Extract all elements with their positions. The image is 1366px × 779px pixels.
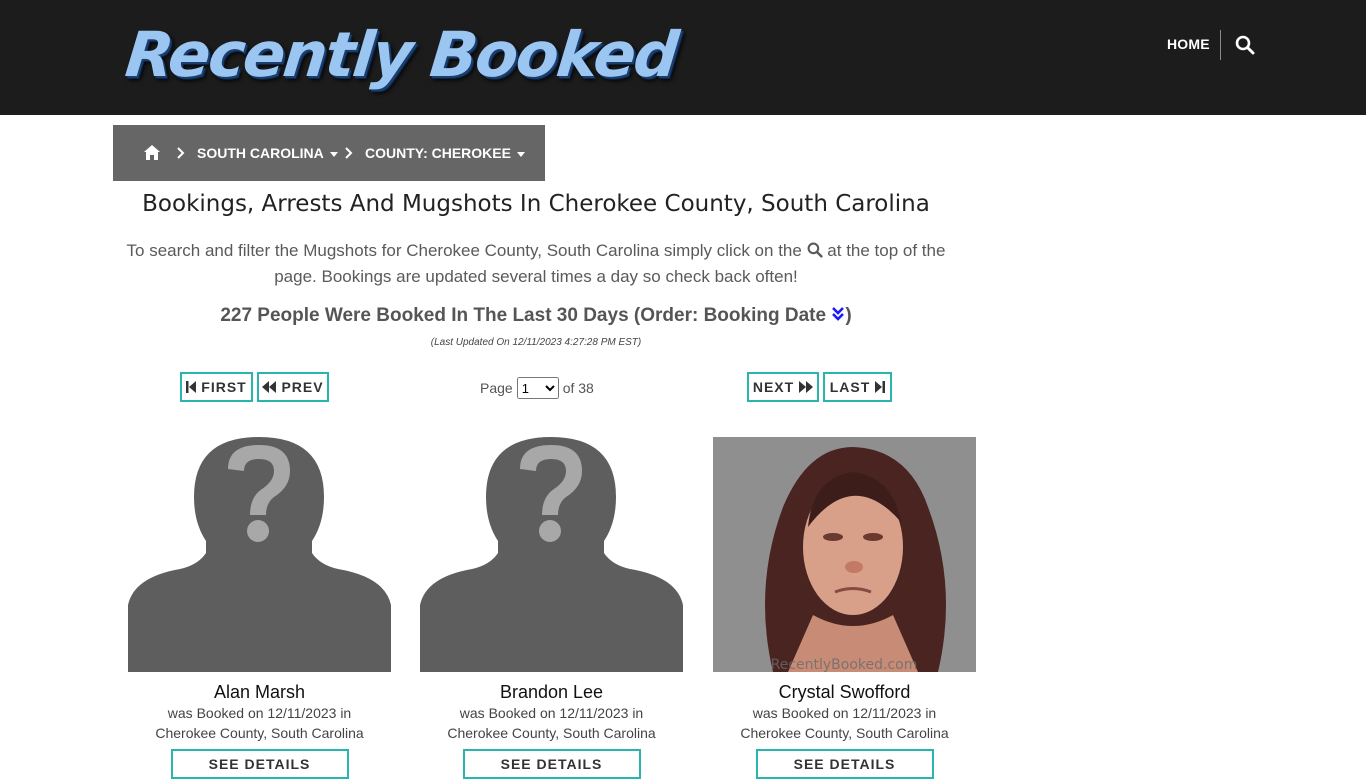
intro-text: To search and filter the Mugshots for Ch…: [125, 238, 947, 290]
first-page-label: FIRST: [201, 379, 247, 395]
booking-info-line1: was Booked on 12/11/2023 in: [752, 705, 937, 721]
see-details-button[interactable]: SEE DETAILS: [170, 749, 349, 779]
page-select[interactable]: 1: [516, 377, 559, 399]
prev-page-button[interactable]: PREV: [257, 372, 329, 402]
intro-text-before: To search and filter the Mugshots for Ch…: [126, 241, 802, 260]
person-name[interactable]: Alan Marsh: [128, 682, 391, 703]
booking-info-line1: was Booked on 12/11/2023 in: [459, 705, 644, 721]
search-icon[interactable]: [1235, 35, 1255, 55]
first-page-button[interactable]: FIRST: [180, 372, 253, 402]
breadcrumb-state-label: SOUTH CAROLINA: [197, 145, 324, 161]
search-icon: [807, 242, 823, 258]
booking-count-close: ): [845, 305, 852, 326]
photo-watermark: RecentlyBooked.com: [771, 657, 918, 672]
step-backward-icon: [186, 381, 197, 393]
placeholder-silhouette-image[interactable]: [128, 437, 391, 672]
nav-home-link[interactable]: HOME: [1167, 36, 1210, 52]
silhouette-icon: [420, 437, 683, 672]
home-icon[interactable]: [143, 144, 161, 161]
booking-info-line2: Cherokee County, South Carolina: [447, 725, 656, 741]
fast-backward-icon: [262, 381, 277, 393]
fast-forward-icon: [799, 381, 814, 393]
booking-count-text: 227 People Were Booked In The Last 30 Da…: [220, 305, 827, 326]
double-chevron-down-icon[interactable]: [831, 306, 845, 322]
person-name[interactable]: Brandon Lee: [420, 682, 683, 703]
booking-card: Alan Marsh was Booked on 12/11/2023 in C…: [128, 437, 391, 779]
chevron-right-icon: [345, 147, 353, 159]
mugshot-photo: RecentlyBooked.com: [713, 437, 976, 672]
breadcrumb: SOUTH CAROLINA COUNTY: CHEROKEE: [113, 125, 545, 181]
caret-down-icon: [516, 151, 525, 157]
see-details-button[interactable]: SEE DETAILS: [462, 749, 641, 779]
next-page-button[interactable]: NEXT: [747, 372, 819, 402]
caret-down-icon: [329, 151, 338, 157]
page-of-label: of 38: [562, 380, 594, 396]
breadcrumb-county-dropdown[interactable]: COUNTY: CHEROKEE: [365, 145, 525, 161]
mugshot-image[interactable]: RecentlyBooked.com: [713, 437, 976, 672]
booking-info-line2: Cherokee County, South Carolina: [740, 725, 949, 741]
booking-count-heading: 227 People Were Booked In The Last 30 Da…: [113, 305, 959, 327]
chevron-right-icon: [177, 147, 185, 159]
person-name[interactable]: Crystal Swofford: [713, 682, 976, 703]
nav-divider: [1220, 30, 1221, 60]
page-selector: Page 1 of 38: [480, 377, 594, 399]
see-details-button[interactable]: SEE DETAILS: [755, 749, 934, 779]
breadcrumb-state-dropdown[interactable]: SOUTH CAROLINA: [197, 145, 338, 161]
last-page-button[interactable]: LAST: [823, 372, 892, 402]
page-title: Bookings, Arrests And Mugshots In Cherok…: [142, 191, 930, 217]
booking-card: RecentlyBooked.com Crystal Swofford was …: [713, 437, 976, 779]
silhouette-icon: [128, 437, 391, 672]
booking-card: Brandon Lee was Booked on 12/11/2023 in …: [420, 437, 683, 779]
prev-page-label: PREV: [281, 379, 324, 395]
site-logo[interactable]: Recently Booked: [122, 18, 680, 91]
page-label: Page: [480, 380, 513, 396]
step-forward-icon: [875, 381, 886, 393]
booking-info-line1: was Booked on 12/11/2023 in: [167, 705, 352, 721]
last-page-label: LAST: [829, 379, 871, 395]
breadcrumb-county-label: COUNTY: CHEROKEE: [365, 145, 511, 161]
logo-text: Recently Booked: [122, 18, 681, 91]
site-header: Recently Booked HOME: [0, 0, 1366, 115]
last-updated-text: (Last Updated On 12/11/2023 4:27:28 PM E…: [430, 337, 642, 348]
placeholder-silhouette-image[interactable]: [420, 437, 683, 672]
next-page-label: NEXT: [752, 379, 795, 395]
booking-info-line2: Cherokee County, South Carolina: [155, 725, 364, 741]
